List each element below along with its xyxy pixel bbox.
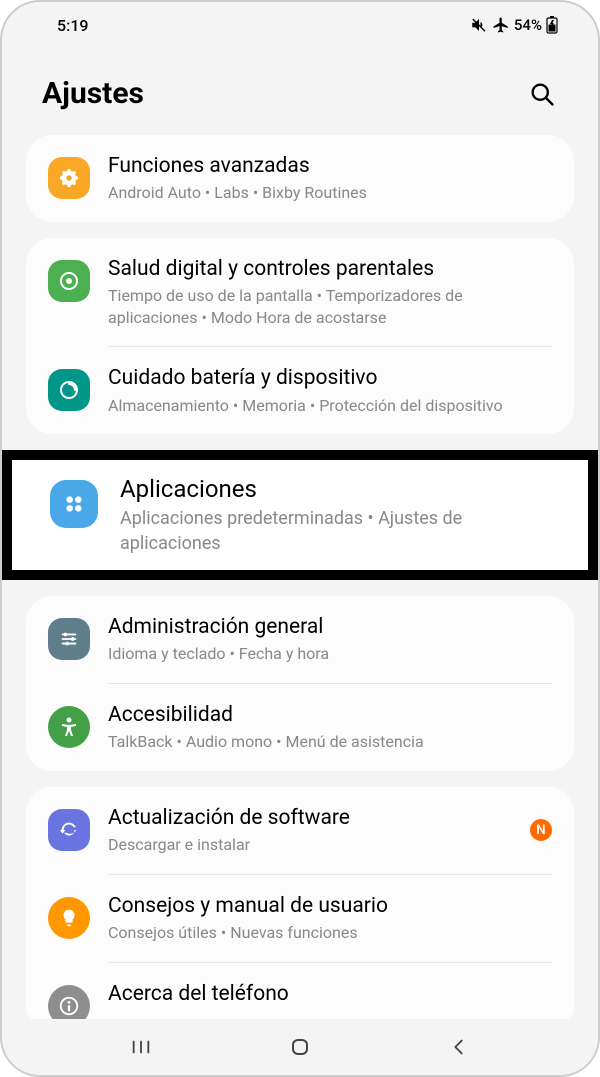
item-subtitle: Consejos útiles • Nuevas funciones bbox=[108, 922, 552, 944]
search-button[interactable] bbox=[528, 80, 556, 108]
back-icon bbox=[448, 1036, 470, 1058]
device-care-icon bbox=[48, 369, 90, 411]
item-title: Salud digital y controles parentales bbox=[108, 256, 552, 283]
apps-icon bbox=[50, 480, 98, 528]
item-software-update[interactable]: Actualización de software Descargar e in… bbox=[26, 787, 574, 874]
item-title: Administración general bbox=[108, 614, 552, 641]
item-tips[interactable]: Consejos y manual de usuario Consejos út… bbox=[26, 875, 574, 962]
item-subtitle: Aplicaciones predeterminadas • Ajustes d… bbox=[120, 507, 552, 556]
item-subtitle: Idioma y teclado • Fecha y hora bbox=[108, 643, 552, 665]
item-subtitle: Descargar e instalar bbox=[108, 834, 512, 856]
page-title: Ajustes bbox=[42, 76, 144, 111]
item-title: Cuidado batería y dispositivo bbox=[108, 365, 552, 392]
highlight-border: Aplicaciones Aplicaciones predeterminada… bbox=[2, 450, 598, 580]
update-icon bbox=[48, 809, 90, 851]
item-subtitle: Almacenamiento • Memoria • Protección de… bbox=[108, 395, 552, 417]
home-icon bbox=[288, 1035, 312, 1059]
nav-home[interactable] bbox=[286, 1033, 314, 1061]
recents-icon bbox=[130, 1036, 152, 1058]
item-title: Aplicaciones bbox=[120, 474, 552, 505]
nav-bar bbox=[2, 1019, 598, 1075]
item-apps[interactable]: Aplicaciones Aplicaciones predeterminada… bbox=[12, 460, 588, 570]
item-device-care[interactable]: Cuidado batería y dispositivo Almacenami… bbox=[26, 347, 574, 434]
notification-badge: N bbox=[530, 819, 552, 841]
general-icon bbox=[48, 618, 90, 660]
item-title: Acerca del teléfono bbox=[108, 981, 552, 1008]
settings-group: Actualización de software Descargar e in… bbox=[26, 787, 574, 1028]
mute-icon bbox=[470, 16, 488, 34]
status-bar: 5:19 54% bbox=[2, 2, 598, 38]
nav-back[interactable] bbox=[445, 1033, 473, 1061]
item-title: Actualización de software bbox=[108, 805, 512, 832]
highlighted-item-wrap: Aplicaciones Aplicaciones predeterminada… bbox=[2, 450, 598, 580]
nav-recents[interactable] bbox=[127, 1033, 155, 1061]
accessibility-icon bbox=[48, 706, 90, 748]
item-title: Accesibilidad bbox=[108, 702, 552, 729]
item-subtitle: Android Auto • Labs • Bixby Routines bbox=[108, 182, 552, 204]
item-digital-wellbeing[interactable]: Salud digital y controles parentales Tie… bbox=[26, 238, 574, 346]
settings-group: Administración general Idioma y teclado … bbox=[26, 596, 574, 771]
status-right: 54% bbox=[470, 16, 558, 34]
phone-frame: 5:19 54% Ajustes bbox=[0, 0, 600, 1077]
item-title: Consejos y manual de usuario bbox=[108, 893, 552, 920]
item-subtitle: Tiempo de uso de la pantalla • Temporiza… bbox=[108, 285, 552, 328]
advanced-icon bbox=[48, 157, 90, 199]
settings-group: Salud digital y controles parentales Tie… bbox=[26, 238, 574, 434]
search-icon bbox=[528, 80, 556, 108]
item-accessibility[interactable]: Accesibilidad TalkBack • Audio mono • Me… bbox=[26, 684, 574, 771]
airplane-icon bbox=[492, 16, 510, 34]
item-subtitle: TalkBack • Audio mono • Menú de asistenc… bbox=[108, 731, 552, 753]
item-general-management[interactable]: Administración general Idioma y teclado … bbox=[26, 596, 574, 683]
tips-icon bbox=[48, 897, 90, 939]
wellbeing-icon bbox=[48, 260, 90, 302]
item-title: Funciones avanzadas bbox=[108, 153, 552, 180]
header: Ajustes bbox=[2, 38, 598, 135]
battery-icon bbox=[546, 16, 558, 34]
item-advanced-features[interactable]: Funciones avanzadas Android Auto • Labs … bbox=[26, 135, 574, 222]
settings-group: Funciones avanzadas Android Auto • Labs … bbox=[26, 135, 574, 222]
battery-text: 54% bbox=[514, 16, 542, 34]
status-time: 5:19 bbox=[57, 16, 89, 35]
settings-list[interactable]: Funciones avanzadas Android Auto • Labs … bbox=[2, 135, 598, 1028]
